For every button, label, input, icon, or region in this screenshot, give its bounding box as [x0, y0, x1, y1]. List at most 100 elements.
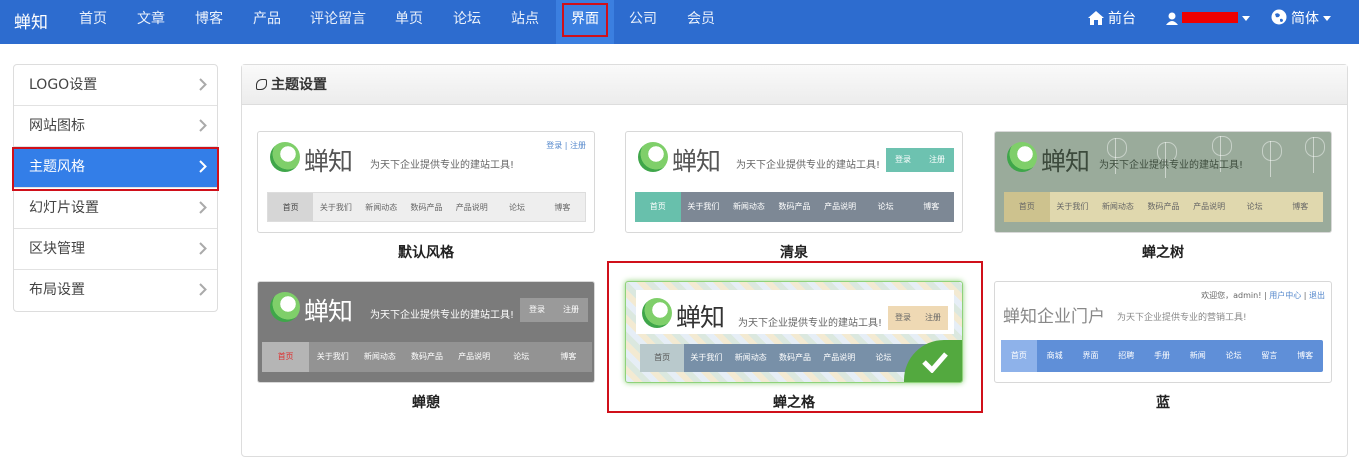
preview-menu: 首页 关于我们 新闻动态 数码产品 产品说明 论坛 博客 — [262, 342, 592, 372]
theme-name-tree[interactable]: 蝉之树 — [994, 242, 1332, 262]
preview-menu-item: 博客 — [923, 202, 940, 211]
caret-down-icon — [1323, 16, 1331, 21]
chevron-right-icon — [199, 119, 207, 132]
theme-card-blue[interactable]: 欢迎您，admin! | 用户中心 | 退出 蝉知企业门户 为天下企业提供专业的… — [994, 281, 1332, 383]
theme-card-tree[interactable]: 蝉知 为天下企业提供专业的建站工具! 首页 关于我们 新闻动态 数码产品 产品说… — [994, 131, 1332, 233]
chevron-right-icon — [199, 201, 207, 214]
preview-menu-item: 新闻动态 — [732, 202, 765, 211]
sidebar-item-logo[interactable]: LOGO设置 — [14, 65, 217, 106]
preview-welcome: 欢迎您，admin! — [1201, 291, 1262, 300]
preview-menu-item: 新闻动态 — [365, 203, 398, 212]
nav-item-member[interactable]: 会员 — [674, 0, 728, 44]
preview-menu-item: 首页 — [268, 193, 314, 221]
preview-slogan: 为天下企业提供专业的营销工具! — [1117, 313, 1247, 323]
theme-name-blue[interactable]: 蓝 — [994, 392, 1332, 412]
preview-menu-item: 首页 — [262, 342, 310, 372]
preview-menu-item: 博客 — [1297, 351, 1314, 360]
front-label: 前台 — [1108, 11, 1136, 27]
preview-menu-item: 论坛 — [1225, 351, 1242, 360]
chevron-right-icon — [199, 78, 207, 91]
language-menu[interactable]: 简体 — [1271, 0, 1331, 44]
logo-mark — [270, 292, 300, 322]
preview-menu-item: 手册 — [1154, 351, 1171, 360]
theme-name-default[interactable]: 默认风格 — [257, 242, 595, 262]
highlight-box — [12, 147, 219, 191]
preview-logo-text: 蝉知 — [672, 147, 721, 176]
preview-login-buttons: 登录 注册 — [886, 148, 954, 172]
preview-login-links: 登录 | 注册 — [546, 141, 586, 150]
nav-item-blog[interactable]: 博客 — [182, 0, 236, 44]
nav-item-forum[interactable]: 论坛 — [440, 0, 494, 44]
panel-header: 主题设置 — [242, 65, 1347, 105]
theme-name-qingquan[interactable]: 清泉 — [625, 242, 963, 262]
preview-menu-item: 产品说明 — [455, 203, 488, 212]
preview-menu-item: 产品说明 — [458, 352, 491, 361]
preview-menu-item: 新闻动态 — [1101, 202, 1134, 211]
preview-menu-item: 关于我们 — [687, 202, 720, 211]
highlight-box — [562, 3, 608, 37]
preview-menu-item: 论坛 — [509, 203, 526, 212]
preview-logout: 退出 — [1309, 291, 1325, 300]
preview-menu-item: 数码产品 — [410, 352, 443, 361]
nav-item-site[interactable]: 站点 — [498, 0, 552, 44]
sidebar-item-blocks[interactable]: 区块管理 — [14, 229, 217, 270]
brand-logo[interactable]: 蝉知 — [14, 8, 48, 33]
preview-logo-text: 蝉知 — [304, 147, 353, 176]
sidebar-item-label: 布局设置 — [29, 282, 85, 298]
preview-menu-item: 论坛 — [877, 202, 894, 211]
preview-menu-item: 界面 — [1082, 351, 1099, 360]
preview-menu-item: 数码产品 — [778, 202, 811, 211]
preview-menu-item: 首页 — [1004, 192, 1050, 222]
globe-icon — [1271, 9, 1287, 25]
preview-menu: 首页 关于我们 新闻动态 数码产品 产品说明 论坛 博客 — [635, 192, 954, 222]
front-link[interactable]: 前台 — [1088, 0, 1136, 44]
sidebar-item-label: LOGO设置 — [29, 77, 98, 93]
top-navbar: 蝉知 首页 文章 博客 产品 评论留言 单页 论坛 站点 界面 公司 会员 前台… — [0, 0, 1359, 44]
language-label: 简体 — [1291, 11, 1319, 27]
tree-pattern — [1262, 141, 1286, 177]
preview-menu-item: 博客 — [560, 352, 577, 361]
theme-name-rest[interactable]: 蝉憩 — [257, 392, 595, 412]
preview-menu-item: 数码产品 — [410, 203, 443, 212]
nav-item-ui[interactable]: 界面 — [556, 0, 614, 44]
preview-menu-item: 数码产品 — [1147, 202, 1180, 211]
preview-menu-item: 关于我们 — [1056, 202, 1089, 211]
preview-slogan: 为天下企业提供专业的建站工具! — [370, 160, 515, 171]
preview-menu-item: 招聘 — [1118, 351, 1135, 360]
sidebar-item-slides[interactable]: 幻灯片设置 — [14, 188, 217, 229]
theme-card-default[interactable]: 蝉知 为天下企业提供专业的建站工具! 登录 | 注册 首页 关于我们 新闻动态 … — [257, 131, 595, 233]
logo-mark — [270, 142, 300, 172]
tree-pattern — [1305, 137, 1329, 173]
preview-logo-text: 蝉知 — [304, 297, 353, 326]
sidebar-item-layout[interactable]: 布局设置 — [14, 270, 217, 311]
nav-item-article[interactable]: 文章 — [124, 0, 178, 44]
nav-item-comments[interactable]: 评论留言 — [298, 0, 378, 44]
preview-menu-item: 论坛 — [513, 352, 530, 361]
preview-menu-item: 首页 — [635, 192, 681, 222]
preview-menu-item: 产品说明 — [1193, 202, 1226, 211]
leaf-icon — [256, 79, 267, 90]
home-icon — [1088, 11, 1104, 25]
user-menu[interactable] — [1166, 0, 1250, 44]
nav-item-product[interactable]: 产品 — [240, 0, 294, 44]
logo-mark — [638, 142, 668, 172]
theme-card-qingquan[interactable]: 蝉知 为天下企业提供专业的建站工具! 登录 注册 首页 关于我们 新闻动态 数码产… — [625, 131, 963, 233]
preview-login-buttons: 登录 注册 — [520, 298, 588, 322]
preview-logo-text: 蝉知 — [1041, 147, 1090, 176]
sidebar-item-favicon[interactable]: 网站图标 — [14, 106, 217, 147]
theme-card-rest[interactable]: 蝉知 为天下企业提供专业的建站工具! 登录 注册 首页 关于我们 新闻动态 数码产… — [257, 281, 595, 383]
preview-menu-item: 留言 — [1261, 351, 1278, 360]
preview-slogan: 为天下企业提供专业的建站工具! — [736, 160, 881, 171]
preview-menu-item: 商城 — [1046, 351, 1063, 360]
user-icon — [1166, 12, 1178, 25]
sidebar-item-theme[interactable]: 主题风格 — [12, 147, 219, 191]
nav-item-home[interactable]: 首页 — [66, 0, 120, 44]
nav-item-page[interactable]: 单页 — [382, 0, 436, 44]
preview-login: 登录 — [529, 305, 545, 314]
preview-slogan: 为天下企业提供专业的建站工具! — [1099, 160, 1244, 171]
preview-login: 登录 — [546, 141, 563, 150]
preview-menu: 首页 关于我们 新闻动态 数码产品 产品说明 论坛 博客 — [267, 192, 586, 222]
chevron-right-icon — [199, 283, 207, 296]
nav-item-company[interactable]: 公司 — [616, 0, 670, 44]
preview-menu-item: 论坛 — [1246, 202, 1263, 211]
